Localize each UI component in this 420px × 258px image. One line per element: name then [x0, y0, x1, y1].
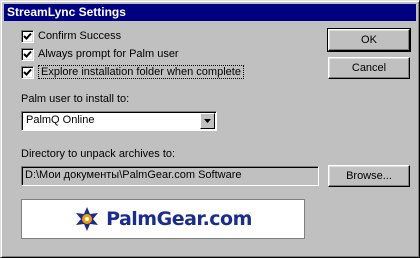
palmgear-banner[interactable]: PalmGear.com	[21, 199, 305, 239]
palm-user-label: Palm user to install to:	[21, 93, 130, 105]
always-prompt-option[interactable]: Always prompt for Palm user	[21, 46, 179, 62]
palm-user-select[interactable]: PalmQ Online	[21, 111, 217, 131]
ok-button[interactable]: OK	[327, 28, 411, 52]
palm-user-value: PalmQ Online	[26, 114, 95, 126]
window-title: StreamLync Settings	[7, 5, 126, 19]
always-prompt-checkbox[interactable]	[21, 47, 34, 61]
directory-label: Directory to unpack archives to:	[21, 148, 176, 160]
confirm-success-checkbox[interactable]	[21, 29, 34, 43]
settings-dialog: StreamLync Settings Confirm Success Alwa…	[0, 0, 420, 258]
palmgear-logo-text: PalmGear.com	[106, 208, 252, 230]
gear-logo-icon	[76, 207, 99, 231]
title-bar[interactable]: StreamLync Settings	[4, 4, 416, 21]
confirm-success-option[interactable]: Confirm Success	[21, 28, 121, 44]
explore-folder-checkbox[interactable]	[21, 65, 34, 79]
always-prompt-label: Always prompt for Palm user	[38, 48, 179, 60]
chevron-down-icon	[204, 119, 211, 123]
directory-value: D:\Мои документы\PalmGear.com Software	[25, 169, 242, 181]
directory-field: D:\Мои документы\PalmGear.com Software	[21, 166, 319, 186]
dropdown-button[interactable]	[200, 113, 215, 129]
explore-folder-option[interactable]: Explore installation folder when complet…	[21, 64, 244, 80]
explore-folder-label: Explore installation folder when complet…	[38, 65, 244, 79]
browse-button[interactable]: Browse...	[328, 165, 410, 187]
checkmark-icon	[23, 32, 32, 40]
checkmark-icon	[23, 50, 32, 58]
checkmark-icon	[23, 68, 32, 76]
confirm-success-label: Confirm Success	[38, 30, 122, 42]
cancel-button[interactable]: Cancel	[328, 57, 410, 79]
